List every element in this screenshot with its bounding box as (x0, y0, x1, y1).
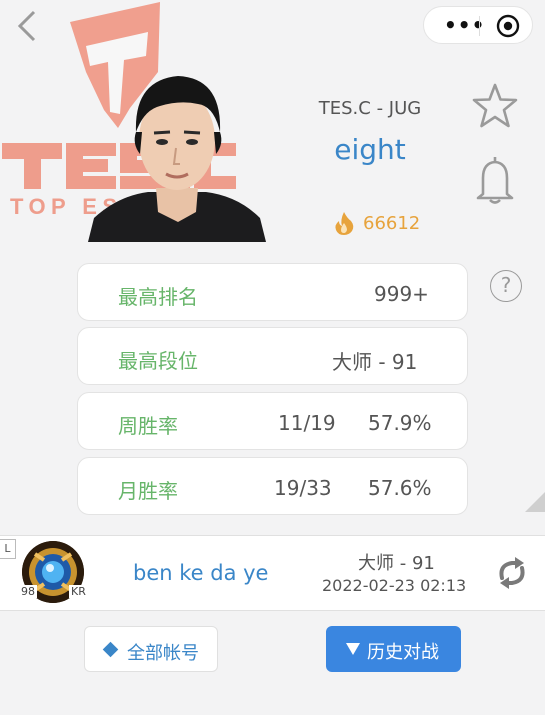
mini-program-capsule: ••• (423, 6, 533, 44)
page-corner (525, 492, 545, 512)
account-name[interactable]: ben ke da ye (133, 561, 268, 585)
stat-card-highest-tier: 最高段位 大师 - 91 (77, 327, 468, 385)
diamond-icon (102, 641, 119, 658)
stat-card-monthly-winrate: 月胜率 19/33 57.6% (77, 457, 468, 515)
stat-label: 月胜率 (118, 479, 178, 503)
stat-card-highest-rank: 最高排名 999+ (77, 263, 468, 321)
capsule-divider (479, 16, 480, 36)
player-photo (88, 76, 266, 242)
stat-record: 19/33 (274, 476, 332, 500)
triangle-down-icon (346, 643, 360, 655)
match-history-label: 历史对战 (367, 642, 439, 663)
popularity-counter: 66612 (333, 210, 443, 238)
fire-icon (335, 212, 354, 235)
target-icon[interactable] (496, 14, 520, 38)
stat-rate: 57.9% (368, 411, 432, 435)
stat-label: 最高排名 (118, 285, 198, 309)
all-accounts-button[interactable]: 全部帐号 (84, 626, 218, 672)
region-tag: KR (69, 585, 88, 598)
player-name: eight (334, 133, 406, 166)
stat-rate: 57.6% (368, 476, 432, 500)
star-icon[interactable] (471, 82, 519, 130)
bell-icon[interactable] (472, 154, 518, 204)
popularity-count: 66612 (363, 213, 421, 234)
match-history-button[interactable]: 历史对战 (326, 626, 461, 672)
summoner-level: 98 (19, 585, 37, 598)
account-updated-time: 2022-02-23 02:13 (322, 576, 467, 595)
team-role-label: TES.C - JUG (318, 98, 422, 119)
server-tag: L (0, 539, 16, 559)
stat-value: 999+ (374, 282, 429, 306)
stat-label: 最高段位 (118, 349, 198, 373)
help-icon[interactable]: ? (490, 270, 522, 302)
refresh-icon[interactable] (494, 556, 530, 590)
all-accounts-label: 全部帐号 (127, 643, 199, 664)
stat-value: 大师 - 91 (332, 350, 418, 374)
stat-card-weekly-winrate: 周胜率 11/19 57.9% (77, 392, 468, 450)
stat-record: 11/19 (278, 411, 336, 435)
stat-label: 周胜率 (118, 414, 178, 438)
account-rank: 大师 - 91 (358, 553, 435, 574)
